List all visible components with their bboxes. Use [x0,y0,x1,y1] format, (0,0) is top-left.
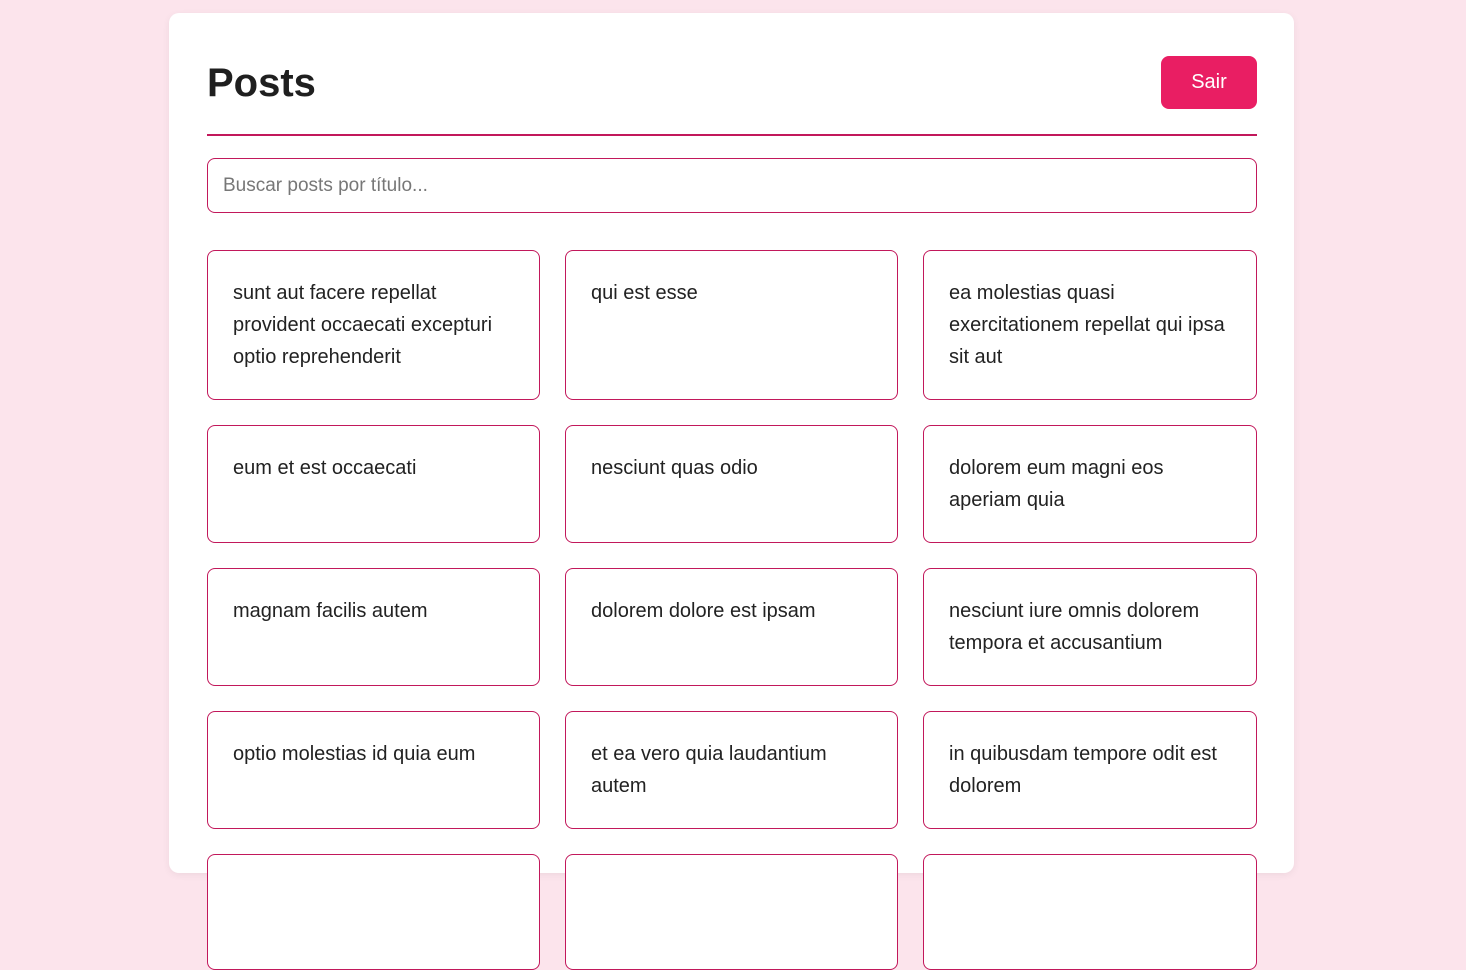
post-card[interactable] [923,854,1257,970]
post-card[interactable] [565,854,898,970]
post-card[interactable]: sunt aut facere repellat provident occae… [207,250,540,400]
post-card[interactable]: nesciunt iure omnis dolorem tempora et a… [923,568,1257,686]
post-card[interactable] [207,854,540,970]
post-card[interactable]: nesciunt quas odio [565,425,898,543]
page-title: Posts [207,61,316,105]
post-card[interactable]: magnam facilis autem [207,568,540,686]
post-card[interactable]: qui est esse [565,250,898,400]
post-card[interactable]: eum et est occaecati [207,425,540,543]
post-card[interactable]: in quibusdam tempore odit est dolorem [923,711,1257,829]
post-card[interactable]: et ea vero quia laudantium autem [565,711,898,829]
post-card[interactable]: ea molestias quasi exercitationem repell… [923,250,1257,400]
posts-grid: sunt aut facere repellat provident occae… [207,250,1257,970]
posts-panel: Posts Sair sunt aut facere repellat prov… [169,13,1294,970]
logout-button[interactable]: Sair [1161,56,1257,109]
post-card[interactable]: optio molestias id quia eum [207,711,540,829]
page-header: Posts Sair [207,13,1257,136]
post-card[interactable]: dolorem eum magni eos aperiam quia [923,425,1257,543]
post-card[interactable]: dolorem dolore est ipsam [565,568,898,686]
search-input[interactable] [207,158,1257,213]
